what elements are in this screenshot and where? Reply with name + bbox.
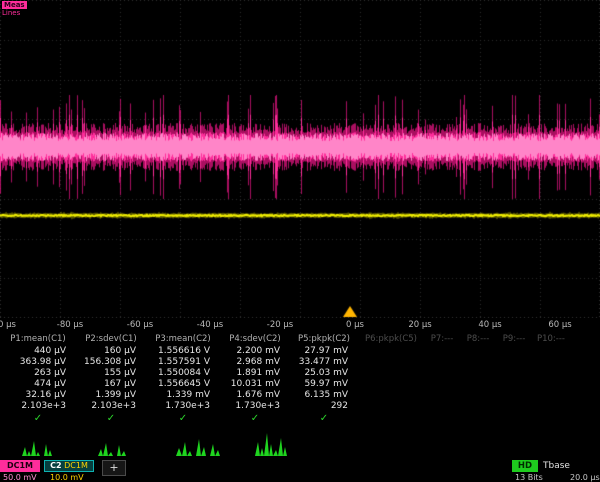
- measurement-header-p6[interactable]: P6:pkpk(C5): [358, 333, 424, 346]
- measurement-header-p9[interactable]: P9:---: [496, 333, 532, 346]
- histogram-icon[interactable]: [255, 430, 301, 456]
- measurement-value: 440 µV: [0, 346, 76, 357]
- measurement-column-p2: P2:sdev(C1) 160 µV 156.308 µV 155 µV 167…: [76, 333, 146, 425]
- time-axis-label: -80 µs: [57, 320, 83, 330]
- measurement-value: 155 µV: [76, 368, 146, 379]
- time-axis-label: -60 µs: [127, 320, 153, 330]
- measurement-value: 1.399 µV: [76, 390, 146, 401]
- channel-c1-scale: 50.0 mV: [3, 473, 37, 482]
- time-axis-label: 40 µs: [478, 320, 501, 330]
- histogram-icon[interactable]: [22, 432, 62, 456]
- timebase-descriptor[interactable]: Tbase: [543, 461, 570, 471]
- measurement-value: 1.891 mV: [220, 368, 290, 379]
- measurement-value: 2.968 mV: [220, 357, 290, 368]
- measurement-value: 27.97 mV: [290, 346, 358, 357]
- top-left-overlay: Meas Lines: [2, 1, 27, 17]
- time-axis-label: -40 µs: [197, 320, 223, 330]
- overlay-sublabel: Lines: [2, 9, 27, 17]
- measurement-status-icon: ✓: [76, 412, 146, 425]
- measurement-value: 32.16 µV: [0, 390, 76, 401]
- overlay-label: Meas: [2, 1, 27, 9]
- measurement-value: 160 µV: [76, 346, 146, 357]
- measurement-column-p9: P9:---: [496, 333, 532, 425]
- timebase-bits: 13 Bits: [515, 473, 543, 482]
- measurement-column-p5: P5:pkpk(C2) 27.97 mV 33.477 mV 25.03 mV …: [290, 333, 358, 425]
- measurement-column-p10: P10:---: [532, 333, 570, 425]
- measurement-value: 2.103e+3: [0, 401, 76, 412]
- measurement-value: 363.98 µV: [0, 357, 76, 368]
- bottom-bar: DC1M 50.0 mV C2 DC1M 10.0 mV + HD Tbase …: [0, 458, 600, 480]
- timebase-scale: 20.0 µs: [570, 473, 600, 482]
- measurement-status-icon: ✓: [146, 412, 220, 425]
- measurement-status-icon: ✓: [220, 412, 290, 425]
- measurement-value: 1.676 mV: [220, 390, 290, 401]
- measurement-value: 156.308 µV: [76, 357, 146, 368]
- measurement-header-p4[interactable]: P4:sdev(C2): [220, 333, 290, 346]
- measurement-table: P1:mean(C1) 440 µV 363.98 µV 263 µV 474 …: [0, 333, 600, 425]
- measurement-header-p2[interactable]: P2:sdev(C1): [76, 333, 146, 346]
- channel-c1-descriptor[interactable]: DC1M: [0, 460, 40, 472]
- measurement-value: 292: [290, 401, 358, 412]
- measurement-value: 1.339 mV: [146, 390, 220, 401]
- measurement-value: 10.031 mV: [220, 379, 290, 390]
- measurement-value: 1.557591 V: [146, 357, 220, 368]
- measurement-value: 474 µV: [0, 379, 76, 390]
- histogram-icon[interactable]: [176, 432, 228, 456]
- channel-c2-label: C2: [50, 461, 61, 470]
- measurement-header-p3[interactable]: P3:mean(C2): [146, 333, 220, 346]
- measurement-header-p10[interactable]: P10:---: [532, 333, 570, 346]
- histogram-icon[interactable]: [98, 432, 138, 456]
- measurement-value: 1.556645 V: [146, 379, 220, 390]
- measurement-value: 2.200 mV: [220, 346, 290, 357]
- measurement-header-p7[interactable]: P7:---: [424, 333, 460, 346]
- measurement-status-icon: ✓: [290, 412, 358, 425]
- time-axis-label: 60 µs: [548, 320, 571, 330]
- measurement-value: 263 µV: [0, 368, 76, 379]
- measurement-header-p1[interactable]: P1:mean(C1): [0, 333, 76, 346]
- measurement-value: 33.477 mV: [290, 357, 358, 368]
- waveform-grid[interactable]: [0, 0, 600, 318]
- measurement-header-p8[interactable]: P8:---: [460, 333, 496, 346]
- channel-c2-coupling: DC1M: [64, 461, 88, 470]
- time-axis-label: 0 µs: [346, 320, 364, 330]
- measurement-column-p6: P6:pkpk(C5): [358, 333, 424, 425]
- measurement-value: 6.135 mV: [290, 390, 358, 401]
- measurement-column-p4: P4:sdev(C2) 2.200 mV 2.968 mV 1.891 mV 1…: [220, 333, 290, 425]
- measurement-column-p1: P1:mean(C1) 440 µV 363.98 µV 263 µV 474 …: [0, 333, 76, 425]
- measurement-header-p5[interactable]: P5:pkpk(C2): [290, 333, 358, 346]
- measurement-value: 59.97 mV: [290, 379, 358, 390]
- time-axis: -100 µs -80 µs -60 µs -40 µs -20 µs 0 µs…: [0, 318, 600, 333]
- measurement-value: 1.556616 V: [146, 346, 220, 357]
- hd-mode-badge[interactable]: HD: [512, 460, 538, 472]
- channel-c2-scale: 10.0 mV: [50, 473, 84, 482]
- measurement-value: 1.730e+3: [146, 401, 220, 412]
- measurement-value: 1.550084 V: [146, 368, 220, 379]
- channel-c2-descriptor[interactable]: C2 DC1M: [44, 460, 94, 472]
- measurement-column-p8: P8:---: [460, 333, 496, 425]
- measurement-value: 25.03 mV: [290, 368, 358, 379]
- measurement-status-icon: ✓: [0, 412, 76, 425]
- measurement-value: 1.730e+3: [220, 401, 290, 412]
- channel-c1-coupling: DC1M: [7, 461, 33, 470]
- measurement-column-p7: P7:---: [424, 333, 460, 425]
- time-axis-label: 20 µs: [408, 320, 431, 330]
- histicon-row: [0, 428, 600, 458]
- measurement-value: 2.103e+3: [76, 401, 146, 412]
- add-trace-button[interactable]: +: [102, 460, 126, 476]
- time-axis-label: -100 µs: [0, 320, 16, 330]
- measurement-column-p3: P3:mean(C2) 1.556616 V 1.557591 V 1.5500…: [146, 333, 220, 425]
- time-axis-label: -20 µs: [267, 320, 293, 330]
- measurement-value: 167 µV: [76, 379, 146, 390]
